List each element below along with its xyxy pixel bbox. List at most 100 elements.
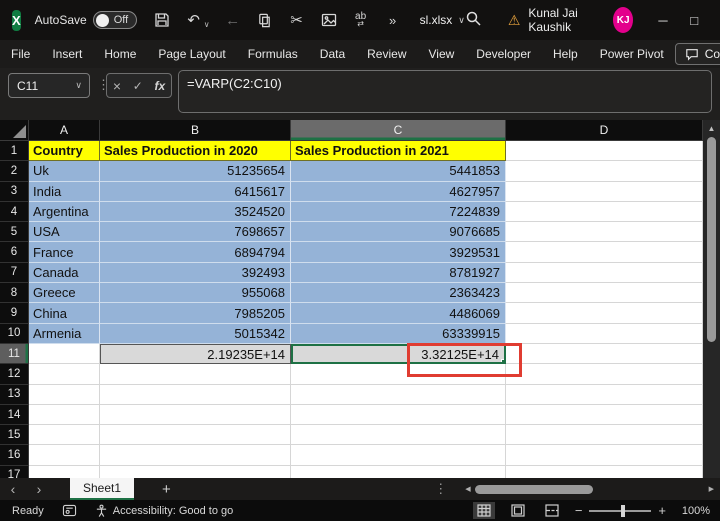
insert-function-icon[interactable]: fx [154, 79, 165, 93]
cell-B1[interactable]: Sales Production in 2020 [100, 141, 291, 162]
row-header-13[interactable]: 13 [0, 384, 29, 405]
cell-B7[interactable]: 392493 [100, 262, 291, 284]
column-header-A[interactable]: A [29, 120, 100, 141]
undo-chevron-icon[interactable]: ∨ [204, 20, 210, 29]
tab-help[interactable]: Help [542, 40, 589, 68]
sheet-tab-sheet1[interactable]: Sheet1 [70, 478, 135, 500]
accessibility-status[interactable]: Accessibility: Good to go [95, 504, 233, 518]
cell-D6[interactable] [506, 242, 703, 263]
search-icon[interactable] [465, 10, 482, 30]
maximize-button[interactable]: □ [679, 0, 710, 40]
cell-C3[interactable]: 4627957 [291, 181, 506, 202]
formula-input[interactable]: =VARP(C2:C10) [178, 70, 712, 113]
cell-C2[interactable]: 5441853 [291, 161, 506, 182]
row-header-8[interactable]: 8 [0, 283, 29, 304]
row-header-9[interactable]: 9 [0, 303, 29, 324]
cell-C16[interactable] [291, 445, 506, 466]
horizontal-scroll-track[interactable] [474, 484, 705, 494]
close-button[interactable]: × [710, 0, 720, 40]
tab-developer[interactable]: Developer [465, 40, 542, 68]
cell-A15[interactable] [29, 425, 100, 446]
page-break-view-icon[interactable] [541, 502, 563, 519]
name-box-chevron-icon[interactable]: ∨ [75, 80, 89, 91]
cell-A3[interactable]: India [29, 181, 100, 202]
cell-A11[interactable] [29, 343, 100, 365]
cell-A5[interactable]: USA [29, 222, 100, 243]
normal-view-icon[interactable] [472, 502, 495, 519]
vertical-scrollbar[interactable]: ▲ [703, 120, 720, 478]
row-header-12[interactable]: 12 [0, 364, 29, 385]
column-header-B[interactable]: B [100, 120, 291, 141]
cell-B8[interactable]: 955068 [100, 283, 291, 304]
find-replace-icon[interactable]: ab ⇄ [352, 11, 370, 29]
cell-D14[interactable] [506, 404, 703, 426]
row-header-7[interactable]: 7 [0, 262, 29, 284]
cell-D2[interactable] [506, 161, 703, 182]
tab-formulas[interactable]: Formulas [237, 40, 309, 68]
cell-A4[interactable]: Argentina [29, 201, 100, 223]
tab-power-pivot[interactable]: Power Pivot [589, 40, 675, 68]
cancel-icon[interactable]: × [113, 78, 121, 94]
autosave-control[interactable]: AutoSave Off [35, 11, 137, 29]
cell-D15[interactable] [506, 425, 703, 446]
tab-insert[interactable]: Insert [41, 40, 93, 68]
user-avatar[interactable]: KJ [612, 7, 634, 33]
cell-C4[interactable]: 7224839 [291, 201, 506, 223]
cell-C5[interactable]: 9076685 [291, 222, 506, 243]
cell-A1[interactable]: Country [29, 141, 100, 162]
scroll-up-icon[interactable]: ▲ [708, 120, 716, 135]
paste-picture-icon[interactable] [320, 11, 338, 29]
cell-C8[interactable]: 2363423 [291, 283, 506, 304]
row-header-4[interactable]: 4 [0, 201, 29, 223]
cell-A2[interactable]: Uk [29, 161, 100, 182]
tab-home[interactable]: Home [93, 40, 147, 68]
cell-C1[interactable]: Sales Production in 2021 [291, 141, 506, 162]
undo-button[interactable]: ↶ ∨ [185, 11, 210, 29]
cell-B11[interactable]: 2.19235E+14 [100, 343, 291, 365]
warning-icon[interactable]: ⚠ [508, 12, 521, 29]
prev-sheet-icon[interactable]: ‹ [0, 481, 26, 497]
zoom-out-icon[interactable]: − [575, 503, 583, 518]
excel-logo-icon[interactable]: X [12, 9, 21, 31]
add-sheet-icon[interactable]: + [162, 481, 171, 498]
scroll-left-icon[interactable]: ◀ [465, 485, 470, 493]
cell-D17[interactable] [506, 465, 703, 478]
row-header-6[interactable]: 6 [0, 242, 29, 263]
cell-A16[interactable] [29, 445, 100, 466]
cell-A7[interactable]: Canada [29, 262, 100, 284]
overflow-icon[interactable]: » [384, 11, 402, 29]
cell-A13[interactable] [29, 384, 100, 405]
cut-icon[interactable]: ✂ [288, 11, 306, 29]
horizontal-scrollbar[interactable]: ◀ ▶ [465, 484, 714, 494]
cell-C14[interactable] [291, 404, 506, 426]
cell-C9[interactable]: 4486069 [291, 303, 506, 324]
column-header-C[interactable]: C [291, 120, 506, 141]
cell-C10[interactable]: 63339915 [291, 323, 506, 344]
cell-D8[interactable] [506, 283, 703, 304]
cell-B12[interactable] [100, 364, 291, 385]
cell-B14[interactable] [100, 404, 291, 426]
cell-A8[interactable]: Greece [29, 283, 100, 304]
tab-file[interactable]: File [0, 40, 41, 68]
cell-D4[interactable] [506, 201, 703, 223]
cell-A12[interactable] [29, 364, 100, 385]
cell-A14[interactable] [29, 404, 100, 426]
cell-A10[interactable]: Armenia [29, 323, 100, 344]
column-header-D[interactable]: D [506, 120, 703, 141]
row-header-3[interactable]: 3 [0, 181, 29, 202]
tabbar-dots-icon[interactable]: ⋮ [434, 481, 447, 497]
copy-icon[interactable] [256, 11, 274, 29]
row-header-17[interactable]: 17 [0, 465, 29, 478]
zoom-in-icon[interactable]: + [658, 503, 666, 518]
cell-B15[interactable] [100, 425, 291, 446]
zoom-level[interactable]: 100% [678, 505, 710, 517]
cell-A17[interactable] [29, 465, 100, 478]
cell-D16[interactable] [506, 445, 703, 466]
document-title[interactable]: sl.xlsx ∨ [420, 13, 465, 27]
tab-data[interactable]: Data [309, 40, 356, 68]
cell-D9[interactable] [506, 303, 703, 324]
cell-D3[interactable] [506, 181, 703, 202]
name-box[interactable]: C11 ∨ [8, 73, 90, 98]
cell-D10[interactable] [506, 323, 703, 344]
row-header-2[interactable]: 2 [0, 161, 29, 182]
